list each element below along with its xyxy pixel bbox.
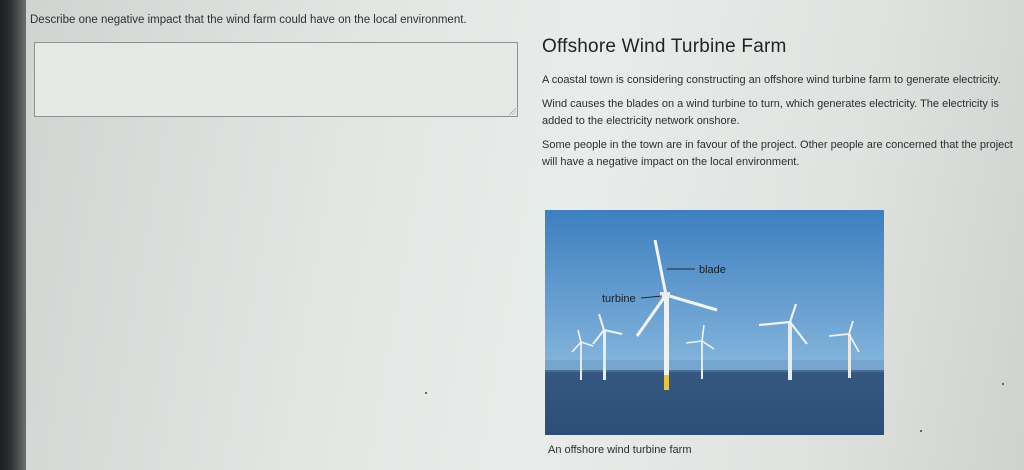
wind-farm-photo: blade turbine <box>545 210 884 435</box>
haze <box>545 360 884 370</box>
article-paragraph-2: Wind causes the blades on a wind turbine… <box>542 98 999 127</box>
sky <box>545 210 884 372</box>
resize-grip-icon[interactable] <box>508 107 516 115</box>
horizon <box>545 370 884 372</box>
screen-speck <box>920 430 922 432</box>
answer-textarea[interactable] <box>34 42 518 117</box>
figure-caption: An offshore wind turbine farm <box>548 444 692 456</box>
blade-label: blade <box>699 264 726 276</box>
article-paragraph-1: A coastal town is considering constructi… <box>542 74 1001 86</box>
question-prompt: Describe one negative impact that the wi… <box>30 14 467 26</box>
turbine-label: turbine <box>602 293 636 305</box>
article-paragraph-3: Some people in the town are in favour of… <box>542 139 1013 168</box>
screen-bezel <box>0 0 26 470</box>
sea <box>545 370 884 435</box>
screen-speck <box>1002 383 1004 385</box>
article-title: Offshore Wind Turbine Farm <box>542 36 787 57</box>
screen: Describe one negative impact that the wi… <box>0 0 1024 470</box>
screen-speck <box>425 392 427 394</box>
article-panel: Offshore Wind Turbine Farm A coastal tow… <box>542 36 1017 178</box>
